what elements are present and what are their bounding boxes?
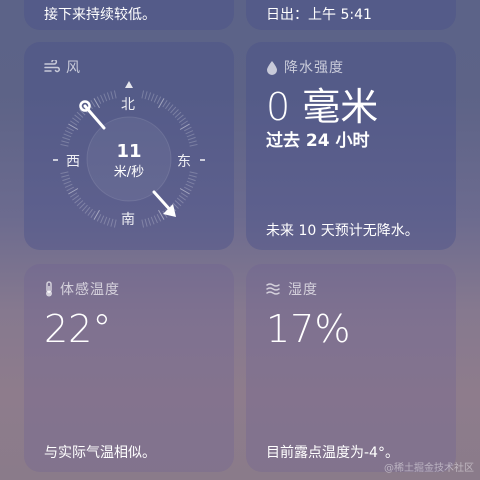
compass-tick (180, 120, 188, 126)
compass-tick (187, 136, 196, 141)
precipitation-card[interactable]: 降水强度 0 毫米 过去 24 小时 未来 10 天预计无降水。 (246, 42, 456, 250)
compass-tick (74, 114, 82, 121)
compass-tick (87, 208, 93, 216)
compass-tick (81, 204, 88, 212)
compass-tick (76, 200, 84, 207)
compass-tick (62, 136, 71, 141)
sunrise-card-text: 日出：上午 5:41 (266, 7, 372, 23)
humidity-card-header: 湿度 (266, 279, 318, 299)
compass-tick (147, 92, 152, 101)
compass-tick (147, 217, 152, 226)
feels-like-value: 22° (44, 307, 112, 351)
compass-tick (74, 197, 82, 204)
compass-tick (156, 96, 162, 104)
compass-tick (70, 192, 78, 198)
wind-card[interactable]: 风 北 南 西 东 11 米/秒 (24, 42, 234, 250)
uv-card-partial[interactable]: 接下来持续较低。 (24, 0, 234, 30)
compass-tick (174, 200, 182, 207)
compass-tick (72, 117, 80, 123)
raindrop-icon (266, 60, 278, 75)
humidity-card-title: 湿度 (288, 282, 318, 298)
compass-tick (178, 117, 186, 123)
compass-tick (165, 102, 171, 110)
compass-tick (66, 126, 74, 132)
compass-tick (184, 126, 192, 132)
compass-tick (76, 111, 84, 118)
compass-tick (156, 214, 162, 222)
watermark: @稀土掘金技术社区 (384, 463, 474, 474)
compass-tick (170, 106, 177, 114)
feels-like-description: 与实际气温相似。 (44, 445, 156, 461)
humidity-card[interactable]: 湿度 17% 目前露点温度为-4°。 (246, 264, 456, 472)
compass-tick (72, 195, 80, 201)
compass-tick (63, 133, 72, 138)
compass-tick (113, 90, 117, 99)
compass-tick (153, 94, 158, 103)
compass-tick (66, 186, 74, 192)
compass-tick (70, 120, 78, 126)
compass-tick (64, 183, 73, 188)
wind-unit: 米/秒 (113, 165, 145, 180)
compass-tick (185, 130, 194, 135)
feels-like-card-header: 体感温度 (44, 279, 120, 299)
compass-tick (141, 219, 145, 228)
compass-tick (96, 96, 102, 104)
feels-like-card[interactable]: 体感温度 22° 与实际气温相似。 (24, 264, 234, 472)
compass-tick (96, 214, 102, 222)
precipitation-card-title: 降水强度 (284, 60, 344, 76)
compass-tick (144, 91, 148, 100)
sunrise-card-partial[interactable]: 日出：上午 5:41 (246, 0, 456, 30)
compass-tick (172, 109, 179, 116)
compass-tick (113, 219, 117, 228)
compass-tick (178, 195, 186, 201)
compass-tick (150, 93, 155, 102)
compass-tick (185, 183, 194, 188)
compass-tick (176, 197, 184, 204)
precipitation-period: 过去 24 小时 (266, 131, 370, 151)
uv-card-text: 接下来持续较低。 (44, 7, 156, 23)
compass-tick (100, 215, 105, 224)
compass-tick (84, 206, 91, 214)
compass-tick (186, 133, 195, 138)
compass-north-label: 北 (121, 97, 135, 113)
compass-tick (141, 90, 145, 99)
compass-tick (180, 192, 188, 198)
compass-tick (90, 210, 96, 218)
compass-tick (110, 91, 114, 100)
compass-tick (110, 218, 114, 227)
compass-tick (150, 216, 155, 225)
compass-tick (103, 216, 108, 225)
compass-tick (106, 92, 111, 101)
compass-tick (144, 218, 148, 227)
precipitation-card-header: 降水强度 (266, 57, 344, 77)
feels-like-card-title: 体感温度 (60, 282, 120, 298)
humidity-icon (266, 282, 282, 296)
north-marker (125, 81, 133, 88)
compass-tick (176, 114, 184, 121)
precipitation-value: 0 毫米 (266, 85, 379, 129)
compass-tick (64, 130, 73, 135)
thermometer-icon (44, 281, 54, 297)
compass-tick (106, 217, 111, 226)
compass-tick (162, 100, 168, 108)
compass-tick (184, 186, 192, 192)
compass-tick (79, 202, 86, 209)
humidity-value: 17% (266, 307, 351, 351)
compass-tick (103, 93, 108, 102)
compass-tick (100, 94, 105, 103)
compass-tick (63, 180, 72, 185)
compass-south-label: 南 (121, 212, 135, 228)
compass-tick (167, 104, 174, 112)
humidity-description: 目前露点温度为-4°。 (266, 445, 399, 461)
compass-tick (153, 215, 158, 224)
compass-tick (90, 100, 96, 108)
compass-tick (186, 180, 195, 185)
wind-speed: 11 (116, 141, 142, 162)
compass-tick (174, 111, 182, 118)
precipitation-forecast: 未来 10 天预计无降水。 (266, 223, 419, 239)
